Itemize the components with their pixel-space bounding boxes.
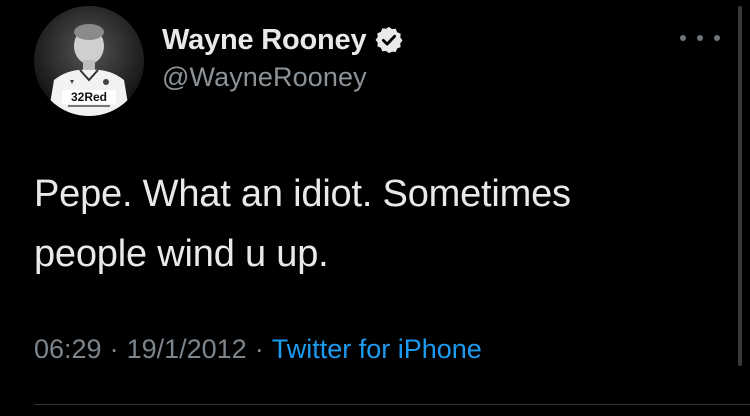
tweet-card: 32Red Wayne Rooney @WayneRooney Pepe. Wh… bbox=[0, 0, 750, 416]
divider bbox=[34, 404, 750, 405]
display-name[interactable]: Wayne Rooney bbox=[162, 24, 367, 57]
tweet-metadata: 06:29 · 19/1/2012 · Twitter for iPhone bbox=[34, 334, 482, 365]
meta-separator: · bbox=[109, 334, 119, 364]
verified-badge-icon bbox=[374, 25, 404, 55]
more-options-icon[interactable] bbox=[680, 28, 720, 48]
avatar[interactable]: 32Red bbox=[34, 6, 144, 116]
scroll-indicator[interactable] bbox=[738, 6, 742, 366]
avatar-image: 32Red bbox=[34, 6, 144, 116]
author-name-row[interactable]: Wayne Rooney bbox=[162, 22, 404, 58]
user-handle[interactable]: @WayneRooney bbox=[162, 62, 367, 93]
tweet-date[interactable]: 19/1/2012 bbox=[127, 334, 247, 365]
tweet-time[interactable]: 06:29 bbox=[34, 334, 102, 365]
avatar-shirt-text: 32Red bbox=[71, 90, 107, 104]
more-dot bbox=[697, 35, 703, 41]
more-dot bbox=[680, 35, 686, 41]
tweet-text: Pepe. What an idiot. Sometimes people wi… bbox=[34, 173, 571, 275]
tweet-source-link[interactable]: Twitter for iPhone bbox=[272, 334, 482, 365]
more-dot bbox=[714, 35, 720, 41]
meta-separator: · bbox=[254, 334, 264, 364]
